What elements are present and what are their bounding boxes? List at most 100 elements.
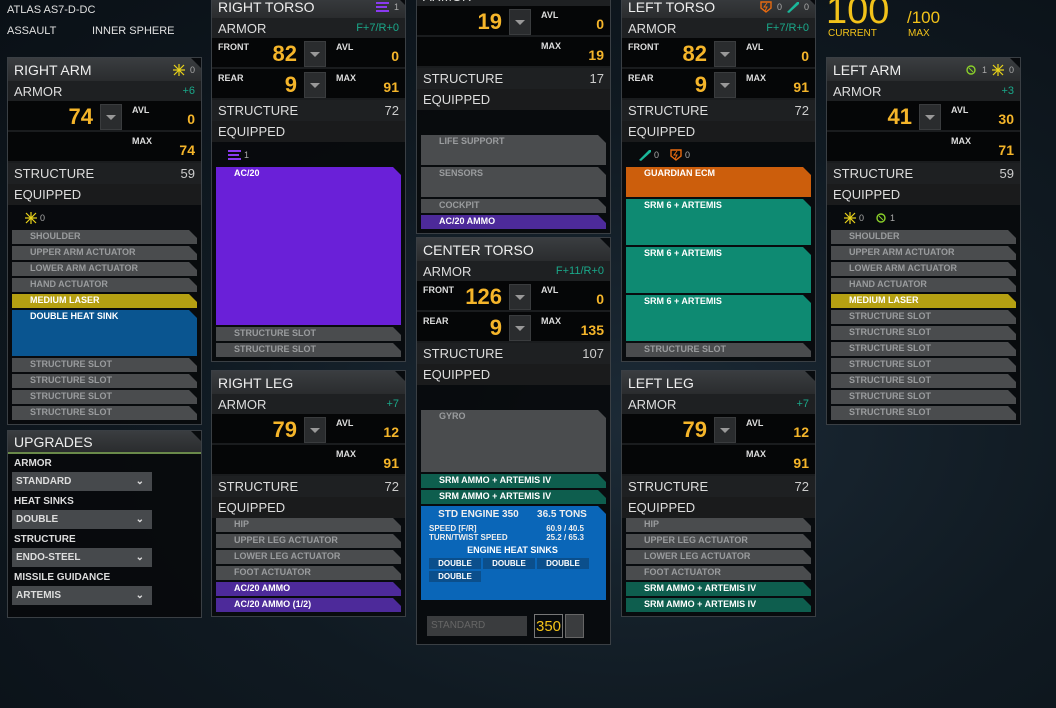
equipped-item[interactable]: COCKPIT [421,199,606,213]
equipped-item[interactable]: LIFE SUPPORT [421,135,606,165]
equipped-item[interactable]: STRUCTURE SLOT [831,406,1016,420]
equipped-item[interactable]: SRM AMMO + ARTEMIS IV [626,582,811,596]
rear-armor-value[interactable]: 9 [695,72,707,98]
engine-heat-sink[interactable]: DOUBLE [537,558,589,569]
equipped-item[interactable]: SRM 6 + ARTEMIS [626,199,811,245]
equipped-item[interactable]: STRUCTURE SLOT [12,374,197,388]
front-armor-spinner[interactable] [304,41,326,67]
engine-heat-sink[interactable]: DOUBLE [429,571,481,582]
equipped-item[interactable]: SHOULDER [12,230,197,244]
equipped-item[interactable]: AC/20 [216,167,401,325]
equipped-item[interactable]: LOWER LEG ACTUATOR [216,550,401,564]
equipped-item[interactable]: HIP [626,518,811,532]
item-label: STRUCTURE SLOT [849,391,931,401]
equipped-item[interactable]: UPPER ARM ACTUATOR [831,246,1016,260]
left-torso-panel: LEFT TORSO 0 0 ARMOR F+7/R+0 FRONT 82 AVL 0 REAR 9… [621,0,816,362]
equipped-item[interactable]: STRUCTURE SLOT [12,406,197,420]
equipped-item[interactable]: AC/20 AMMO [421,215,606,229]
front-armor-spinner[interactable] [509,284,531,310]
equip-icons: 01 [827,205,1020,230]
engine-heat-sink[interactable]: DOUBLE [483,558,535,569]
icon-count: 0 [776,1,782,12]
equipped-item[interactable]: UPPER LEG ACTUATOR [626,534,811,548]
armor-row: ARMOR F+7/R+0 [622,18,815,38]
equipped-item[interactable]: UPPER LEG ACTUATOR [216,534,401,548]
equipped-item[interactable]: MEDIUM LASER [12,294,197,308]
armor-value-spinner[interactable] [509,9,531,35]
front-armor-value[interactable]: 82 [273,41,297,67]
equipped-item[interactable]: STRUCTURE SLOT [831,342,1016,356]
equipped-item[interactable]: LOWER ARM ACTUATOR [12,262,197,276]
armor-value-value[interactable]: 79 [273,417,297,443]
rear-armor-value[interactable]: 9 [285,72,297,98]
equipped-item[interactable]: AC/20 AMMO (1/2) [216,598,401,612]
upgrade-select[interactable]: DOUBLE ⌄ [12,510,152,529]
front-armor-value[interactable]: 82 [683,41,707,67]
rear-armor-spinner[interactable] [509,315,531,341]
engine-type-select[interactable]: STANDARD [427,616,527,636]
equipped-item[interactable]: LOWER ARM ACTUATOR [831,262,1016,276]
equipped-item[interactable]: SRM 6 + ARTEMIS [626,295,811,341]
front-armor-value[interactable]: 126 [465,284,502,310]
equipped-item[interactable]: SRM AMMO + ARTEMIS IV [626,598,811,612]
equipped-item[interactable]: STRUCTURE SLOT [12,358,197,372]
upgrade-select[interactable]: ENDO-STEEL ⌄ [12,548,152,567]
structure-row: STRUCTURE 59 [827,163,1020,184]
equipped-item[interactable]: HAND ACTUATOR [12,278,197,292]
equipped-item[interactable]: STRUCTURE SLOT [626,343,811,357]
front-armor-spinner[interactable] [714,41,736,67]
armor-value-spinner[interactable] [919,104,941,130]
left-torso-title: LEFT TORSO [628,0,716,15]
equipped-item[interactable]: MEDIUM LASER [831,294,1016,308]
equipped-item[interactable]: LOWER LEG ACTUATOR [626,550,811,564]
upgrade-select[interactable]: ARTEMIS ⌄ [12,586,152,605]
equipped-item[interactable]: STRUCTURE SLOT [831,310,1016,324]
equipped-item[interactable]: STRUCTURE SLOT [831,358,1016,372]
armor-bonus: +7 [796,398,809,410]
item-label: STRUCTURE SLOT [849,311,931,321]
equipped-item[interactable]: GUARDIAN ECM [626,167,811,197]
armor-value-spinner[interactable] [100,104,122,130]
armor-value-value[interactable]: 19 [478,9,502,35]
equipped-item[interactable]: HIP [216,518,401,532]
upgrade-select[interactable]: STANDARD ⌄ [12,472,152,491]
item-label: SHOULDER [30,231,81,241]
equipped-list: SHOULDER UPPER ARM ACTUATOR LOWER ARM ACTU… [8,230,201,424]
structure-value: 72 [794,479,809,494]
armor-value-value[interactable]: 74 [69,104,93,130]
equipped-item[interactable]: STRUCTURE SLOT [831,390,1016,404]
equipped-item[interactable]: SRM AMMO + ARTEMIS IV [421,474,606,488]
item-label: HAND ACTUATOR [30,279,108,289]
armor-row: ARMOR F+11/R+0 [417,261,610,281]
equipped-item[interactable]: UPPER ARM ACTUATOR [12,246,197,260]
equipped-item[interactable]: SHOULDER [831,230,1016,244]
equipped-item[interactable]: SENSORS [421,167,606,197]
item-label: SRM AMMO + ARTEMIS IV [644,599,757,609]
equipped-item[interactable]: GYRO [421,410,606,472]
equipped-item[interactable]: STRUCTURE SLOT [831,374,1016,388]
rear-armor-spinner[interactable] [304,72,326,98]
equipped-item[interactable]: FOOT ACTUATOR [626,566,811,580]
engine-rating[interactable]: 350 [534,614,563,638]
equipped-label: EQUIPPED [833,187,901,202]
armor-value-spinner[interactable] [714,417,736,443]
equipped-item[interactable]: STD ENGINE 350 36.5 TONS SPEED [F/R] 60.9 /… [421,506,606,600]
equipped-item[interactable]: AC/20 AMMO [216,582,401,596]
equipped-item[interactable]: STRUCTURE SLOT [12,390,197,404]
equipped-item[interactable]: DOUBLE HEAT SINK [12,310,197,356]
engine-rating-stepper[interactable] [565,614,584,638]
armor-value-spinner[interactable] [304,417,326,443]
equipped-item[interactable]: STRUCTURE SLOT [216,327,401,341]
rear-armor-value[interactable]: 9 [490,315,502,341]
rear-armor-spinner[interactable] [714,72,736,98]
equipped-item[interactable]: STRUCTURE SLOT [216,343,401,357]
equipped-item[interactable]: SRM AMMO + ARTEMIS IV [421,490,606,504]
equipped-item[interactable]: HAND ACTUATOR [831,278,1016,292]
armor-value-value[interactable]: 41 [888,104,912,130]
armor-value-value[interactable]: 79 [683,417,707,443]
left-leg-title: LEFT LEG [628,374,694,391]
equipped-item[interactable]: FOOT ACTUATOR [216,566,401,580]
engine-heat-sink[interactable]: DOUBLE [429,558,481,569]
equipped-item[interactable]: SRM 6 + ARTEMIS [626,247,811,293]
equipped-item[interactable]: STRUCTURE SLOT [831,326,1016,340]
